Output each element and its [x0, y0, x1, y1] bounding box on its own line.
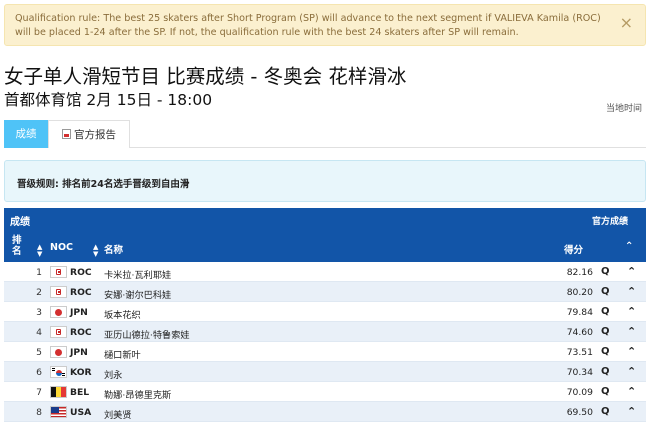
results-list: 1 ROC 卡米拉·瓦利耶娃 82.16 Q ⌃ 2 ROC 安娜·谢尔巴科娃 80.20 Q ⌃ 3 J… — [4, 262, 646, 422]
athlete-name-link[interactable]: 卡米拉·瓦利耶娃 — [104, 267, 171, 281]
rank-cell: 6 — [36, 367, 42, 378]
usa-flag-icon — [50, 406, 67, 418]
score-cell: 74.60 — [566, 327, 593, 338]
table-row[interactable]: 1 ROC 卡米拉·瓦利耶娃 82.16 Q ⌃ — [4, 262, 646, 282]
qualification-text: 晋级规则: 排名前24名选手晋级到自由滑 — [17, 179, 190, 190]
noc-cell: JPN — [70, 307, 88, 318]
score-cell: 70.09 — [566, 387, 593, 398]
athlete-name-link[interactable]: 坂本花织 — [104, 307, 141, 321]
expand-row-icon[interactable]: ⌃ — [627, 405, 636, 418]
score-cell: 82.16 — [566, 267, 593, 278]
local-time-toggle[interactable]: 当地时间 — [606, 101, 642, 114]
tab-official-report-label: 官方报告 — [74, 129, 116, 141]
results-table-header: 成绩 官方成绩 排 名 ▲ ▼ NOC ▲ ▼ 名称 得分 ⌃ — [4, 208, 646, 262]
table-row[interactable]: 8 USA 刘美贤 69.50 Q ⌃ — [4, 402, 646, 422]
collapse-all-icon[interactable]: ⌃ — [625, 241, 633, 252]
qualified-badge: Q — [601, 326, 610, 337]
expand-row-icon[interactable]: ⌃ — [627, 385, 636, 398]
athlete-name-link[interactable]: 樋口新叶 — [104, 347, 141, 361]
event-subtitle: 首都体育馆 2月 15日 - 18:00 — [4, 91, 213, 109]
athlete-name-link[interactable]: 刘永 — [104, 367, 122, 381]
page-title: 女子单人滑短节目 比赛成绩 - 冬奥会 花样滑冰 — [4, 65, 407, 88]
qualified-badge: Q — [601, 306, 610, 317]
qualified-badge: Q — [601, 346, 610, 357]
tab-official-report[interactable]: 官方报告 — [48, 120, 130, 148]
score-cell: 69.50 — [566, 407, 593, 418]
sort-rank-icon[interactable]: ▲ ▼ — [37, 244, 42, 258]
results-section-title: 成绩 — [10, 217, 30, 228]
rank-cell: 8 — [36, 407, 42, 418]
close-icon[interactable]: × — [620, 15, 633, 31]
expand-row-icon[interactable]: ⌃ — [627, 325, 636, 338]
bel-flag-icon — [50, 386, 67, 398]
noc-cell: USA — [70, 407, 92, 418]
table-row[interactable]: 6 KOR 刘永 70.34 Q ⌃ — [4, 362, 646, 382]
column-rank-line1: 排 — [12, 235, 22, 246]
kor-flag-icon — [50, 366, 67, 378]
expand-row-icon[interactable]: ⌃ — [627, 285, 636, 298]
jpn-flag-icon — [50, 306, 67, 318]
expand-row-icon[interactable]: ⌃ — [627, 345, 636, 358]
column-noc[interactable]: NOC — [50, 242, 73, 253]
tab-results[interactable]: 成绩 — [4, 120, 48, 148]
noc-cell: ROC — [70, 327, 92, 338]
alert-text: Qualification rule: The best 25 skaters … — [15, 13, 601, 38]
qualified-badge: Q — [601, 286, 610, 297]
expand-row-icon[interactable]: ⌃ — [627, 365, 636, 378]
rank-cell: 2 — [36, 287, 42, 298]
qualification-info: 晋级规则: 排名前24名选手晋级到自由滑 — [4, 160, 646, 202]
noc-cell: JPN — [70, 347, 88, 358]
expand-row-icon[interactable]: ⌃ — [627, 305, 636, 318]
roc-flag-icon — [50, 286, 67, 298]
athlete-name-link[interactable]: 勒娜·昂德里克斯 — [104, 387, 171, 401]
rank-cell: 3 — [36, 307, 42, 318]
athlete-name-link[interactable]: 刘美贤 — [104, 407, 132, 421]
column-score[interactable]: 得分 — [564, 242, 583, 256]
roc-flag-icon — [50, 326, 67, 338]
table-row[interactable]: 7 BEL 勒娜·昂德里克斯 70.09 Q ⌃ — [4, 382, 646, 402]
official-results-link[interactable]: 官方成绩 — [592, 214, 628, 227]
qualified-badge: Q — [601, 366, 610, 377]
qualified-badge: Q — [601, 406, 610, 417]
noc-cell: BEL — [70, 387, 90, 398]
table-row[interactable]: 2 ROC 安娜·谢尔巴科娃 80.20 Q ⌃ — [4, 282, 646, 302]
table-row[interactable]: 3 JPN 坂本花织 79.84 Q ⌃ — [4, 302, 646, 322]
table-row[interactable]: 4 ROC 亚历山德拉·特鲁索娃 74.60 Q ⌃ — [4, 322, 646, 342]
rank-cell: 7 — [36, 387, 42, 398]
rank-cell: 1 — [36, 267, 42, 278]
expand-row-icon[interactable]: ⌃ — [627, 265, 636, 278]
sort-noc-icon[interactable]: ▲ ▼ — [93, 244, 98, 258]
rank-cell: 5 — [36, 347, 42, 358]
qualified-badge: Q — [601, 266, 610, 277]
noc-cell: ROC — [70, 287, 92, 298]
column-rank-line2: 名 — [12, 246, 22, 257]
roc-flag-icon — [50, 266, 67, 278]
rank-cell: 4 — [36, 327, 42, 338]
athlete-name-link[interactable]: 亚历山德拉·特鲁索娃 — [104, 327, 190, 341]
noc-cell: ROC — [70, 267, 92, 278]
score-cell: 70.34 — [566, 367, 593, 378]
qualification-alert: Qualification rule: The best 25 skaters … — [4, 4, 646, 46]
table-row[interactable]: 5 JPN 樋口新叶 73.51 Q ⌃ — [4, 342, 646, 362]
jpn-flag-icon — [50, 346, 67, 358]
noc-cell: KOR — [70, 367, 92, 378]
qualified-badge: Q — [601, 386, 610, 397]
score-cell: 79.84 — [566, 307, 593, 318]
column-rank[interactable]: 排 名 — [12, 235, 22, 257]
athlete-name-link[interactable]: 安娜·谢尔巴科娃 — [104, 287, 171, 301]
score-cell: 73.51 — [566, 347, 593, 358]
pdf-document-icon — [62, 129, 71, 139]
tab-bar: 成绩 官方报告 — [4, 120, 646, 148]
column-name[interactable]: 名称 — [104, 242, 123, 256]
score-cell: 80.20 — [566, 287, 593, 298]
